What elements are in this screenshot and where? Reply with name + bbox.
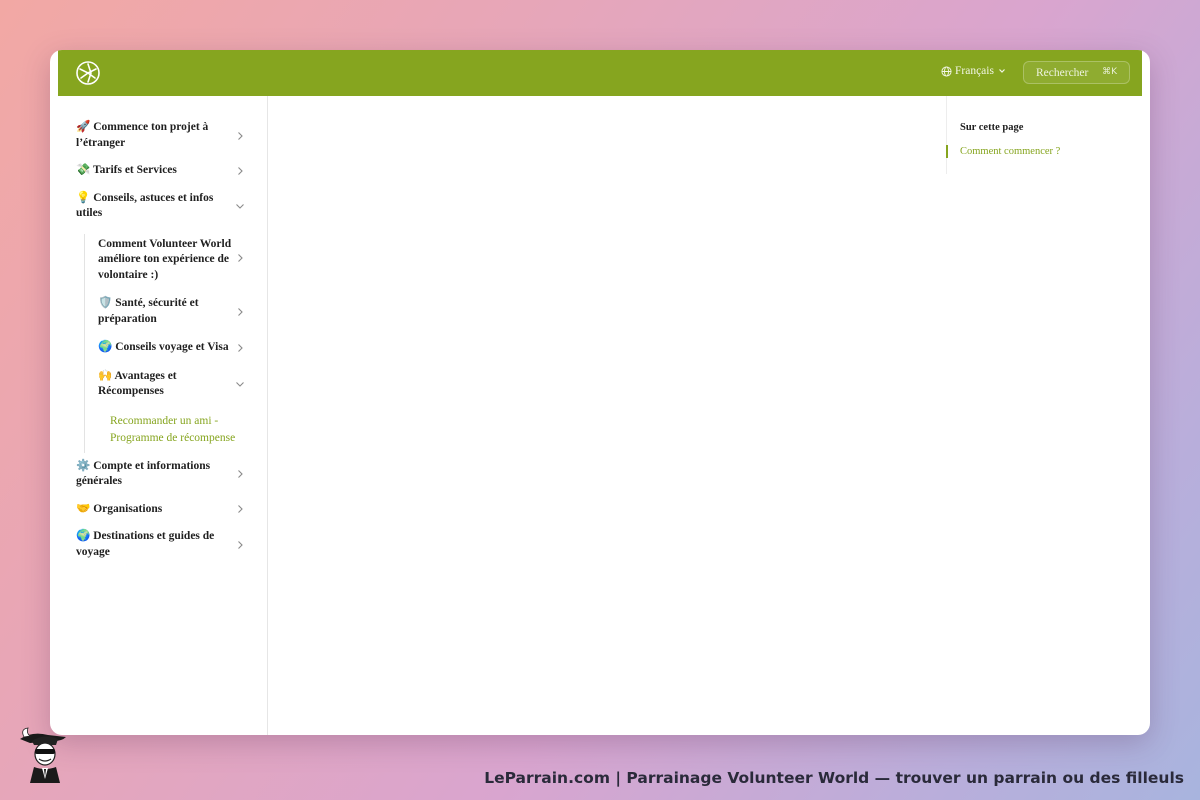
footer-caption: LeParrain.com | Parrainage Volunteer Wor… <box>484 769 1184 787</box>
globe-icon <box>941 65 952 77</box>
toc-title: Sur cette page <box>960 122 1024 133</box>
search-label: Rechercher <box>1036 66 1089 79</box>
sidebar-item-label: ⚙️ Compte et informations générales <box>76 459 211 488</box>
sidebar-item-label: 💸 Tarifs et Services <box>76 164 177 176</box>
chevron-right-icon <box>238 166 243 175</box>
language-selector[interactable]: Français <box>941 65 1009 77</box>
language-label: Français <box>955 65 994 77</box>
chevron-right-icon <box>238 505 243 514</box>
sidebar-subgroup-avantages: Recommander un ami - Programme de récomp… <box>85 413 267 453</box>
browser-window: Français Rechercher ⌘K 🚀 Commence ton pr… <box>50 50 1150 735</box>
toc-active-indicator <box>946 145 948 158</box>
sidebar-item-label: 🛡️ Santé, sécurité et préparation <box>98 297 199 325</box>
sidebar-item-comment-volunteer-world[interactable]: Comment Volunteer World améliore ton exp… <box>85 234 267 284</box>
chevron-right-icon <box>238 470 243 478</box>
chevron-down-icon <box>236 204 244 209</box>
chevron-right-icon <box>238 307 243 316</box>
sidebar-item-conseils-voyage[interactable]: 🌍 Conseils voyage et Visa <box>85 340 267 356</box>
chevron-right-icon <box>238 343 243 352</box>
top-navbar: Français Rechercher ⌘K <box>58 50 1142 96</box>
main-content <box>269 96 946 735</box>
sidebar-item-label: 🤝 Organisations <box>76 502 163 515</box>
sidebar-item-label: 🙌 Avantages et Récompenses <box>98 369 177 398</box>
leparrain-mascot-icon <box>20 727 66 783</box>
sidebar-item-label: 💡 Conseils, astuces et infos utiles <box>76 191 214 220</box>
sidebar-item-destinations[interactable]: 🌍 Destinations et guides de voyage <box>58 529 267 560</box>
chevron-right-icon <box>238 254 243 263</box>
table-of-contents: Sur cette page Comment commencer ? <box>946 96 1150 174</box>
chevron-right-icon <box>238 540 243 549</box>
sidebar-item-label: 🌍 Conseils voyage et Visa <box>98 341 229 353</box>
sidebar-item-recommander-ami[interactable]: Recommander un ami - Programme de récomp… <box>85 413 267 447</box>
sidebar-item-label: 🌍 Destinations et guides de voyage <box>76 530 215 558</box>
sidebar-item-organisations[interactable]: 🤝 Organisations <box>58 502 267 518</box>
volunteer-world-logo-icon[interactable] <box>75 60 101 86</box>
toc-link-comment-commencer[interactable]: Comment commencer ? <box>960 146 1060 157</box>
chevron-right-icon <box>238 131 243 140</box>
sidebar-item-conseils[interactable]: 💡 Conseils, astuces et infos utiles <box>58 191 267 222</box>
search-shortcut: ⌘K <box>1102 67 1117 77</box>
chevron-down-icon <box>236 382 244 387</box>
chevron-down-icon <box>999 69 1005 73</box>
sidebar-item-compte[interactable]: ⚙️ Compte et informations générales <box>58 459 267 490</box>
sidebar-item-avantages[interactable]: 🙌 Avantages et Récompenses <box>85 369 267 400</box>
search-button[interactable]: Rechercher ⌘K <box>1023 61 1130 84</box>
sidebar-navigation: 🚀 Commence ton projet à l’étranger 💸 Tar… <box>58 96 268 735</box>
sidebar-subgroup-conseils: Comment Volunteer World améliore ton exp… <box>84 233 267 453</box>
sidebar-item-label: 🚀 Commence ton projet à l’étranger <box>76 121 209 149</box>
sidebar-item-commence[interactable]: 🚀 Commence ton projet à l’étranger <box>58 120 267 151</box>
sidebar-item-sante[interactable]: 🛡️ Santé, sécurité et préparation <box>85 296 267 327</box>
sidebar-item-label: Comment Volunteer World améliore ton exp… <box>98 237 232 281</box>
sidebar-item-tarifs[interactable]: 💸 Tarifs et Services <box>58 163 267 179</box>
